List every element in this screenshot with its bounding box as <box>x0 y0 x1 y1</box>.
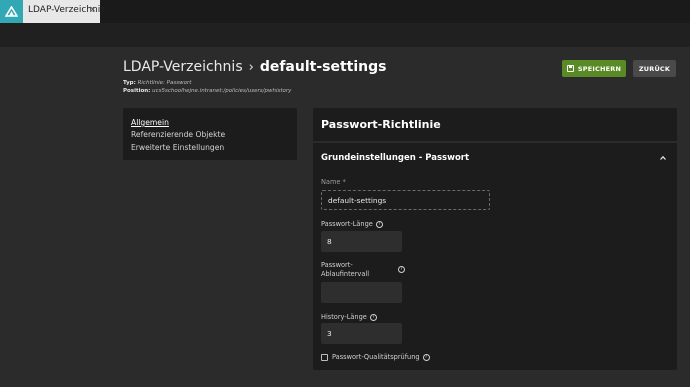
password-length-label: Passwort-Länge? <box>321 220 383 228</box>
page-title: LDAP-Verzeichnis › default-settings <box>123 59 386 75</box>
save-icon <box>566 65 574 72</box>
history-length-field[interactable]: 3 <box>321 323 402 344</box>
section-nav: Allgemein Referenzierende Objekte Erweit… <box>123 108 297 160</box>
password-quality-label: Passwort-Qualitätsprüfung? <box>332 353 430 361</box>
help-icon[interactable]: ? <box>375 220 383 228</box>
password-expiry-field[interactable] <box>321 282 402 303</box>
object-type: Typ: Richtlinie: Passwort <box>123 80 191 86</box>
position-value: ucs5schoolhejne.intranet:/policies/users… <box>152 88 292 94</box>
save-button[interactable]: SPEICHERN <box>562 60 626 77</box>
password-expiry-label-line2: Ablaufintervall <box>321 270 370 278</box>
help-icon[interactable]: ? <box>422 353 430 361</box>
object-position: Position: ucs5schoolhejne.intranet:/poli… <box>123 88 291 94</box>
univention-logo-icon <box>0 0 23 23</box>
history-length-label: History-Länge? <box>321 313 377 321</box>
type-label: Typ: <box>123 80 136 86</box>
help-icon[interactable]: ? <box>398 266 405 273</box>
password-quality-label-text[interactable]: Passwort-Qualitätsprüfung <box>332 353 420 361</box>
password-length-label-text: Passwort-Länge <box>321 220 373 228</box>
top-toolbar <box>0 23 690 47</box>
close-icon[interactable]: × <box>89 5 97 15</box>
password-quality-checkbox[interactable] <box>321 354 328 361</box>
save-button-label: SPEICHERN <box>577 64 622 73</box>
password-length-field[interactable]: 8 <box>321 231 402 252</box>
panel-title: Passwort-Richtlinie <box>321 118 441 131</box>
password-expiry-label-line1: Passwort- <box>321 261 353 269</box>
nav-item-allgemein[interactable]: Allgemein <box>131 118 169 127</box>
type-value: Richtlinie: Passwort <box>137 80 192 86</box>
browser-tab-bar: LDAP-Verzeichnis × <box>0 0 690 23</box>
object-title: default-settings <box>259 59 387 75</box>
nav-item-referenzierende-objekte[interactable]: Referenzierende Objekte <box>131 130 225 139</box>
divider <box>313 141 677 143</box>
breadcrumb-root[interactable]: LDAP-Verzeichnis <box>123 59 243 75</box>
chevron-up-icon[interactable] <box>660 155 666 161</box>
policy-panel: Passwort-Richtlinie Grundeinstellungen -… <box>313 108 677 370</box>
position-label: Position: <box>123 88 151 94</box>
breadcrumb-separator-icon: › <box>248 60 254 75</box>
name-field[interactable]: default-settings <box>321 190 490 210</box>
tab-ldap-verzeichnis[interactable]: LDAP-Verzeichnis × <box>0 0 105 23</box>
name-label: Name * <box>321 178 346 186</box>
section-title[interactable]: Grundeinstellungen - Passwort <box>321 153 469 163</box>
back-button[interactable]: ZURÜCK <box>633 60 676 77</box>
nav-item-erweiterte-einstellungen[interactable]: Erweiterte Einstellungen <box>131 143 224 152</box>
help-icon[interactable]: ? <box>369 313 377 321</box>
history-length-label-text: History-Länge <box>321 313 367 321</box>
back-button-label: ZURÜCK <box>638 64 671 73</box>
